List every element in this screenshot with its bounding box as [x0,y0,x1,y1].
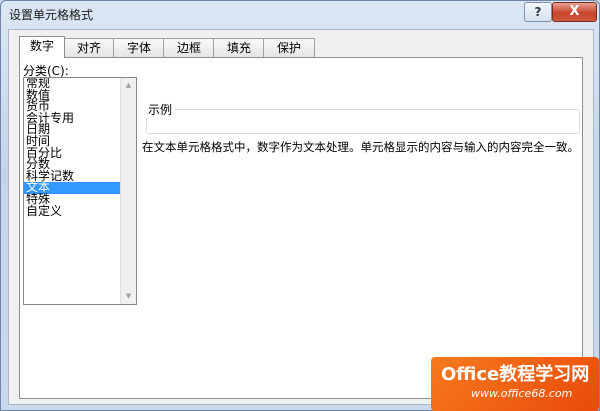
tab-protection[interactable]: 保护 [263,38,315,57]
tab-font[interactable]: 字体 [113,38,165,57]
tab-fill[interactable]: 填充 [213,38,265,57]
format-cells-dialog: 设置单元格格式 ? X 数字 对齐 字体 边框 填充 保护 分类(C): 常规 … [0,0,600,411]
list-item[interactable]: 自定义 [24,205,120,218]
tab-alignment[interactable]: 对齐 [63,38,115,57]
scroll-down-icon[interactable]: ▼ [121,289,136,304]
category-listbox[interactable]: 常规 数值 货币 会计专用 日期 时间 百分比 分数 科学记数 文本 特殊 自定… [23,77,137,305]
watermark-title: Office教程学习网 [441,364,590,385]
dialog-body: 数字 对齐 字体 边框 填充 保护 分类(C): 常规 数值 货币 会计专用 日… [8,29,594,405]
watermark-url: www.office68.com [471,387,573,400]
number-tab-panel: 分类(C): 常规 数值 货币 会计专用 日期 时间 百分比 分数 科学记数 文… [19,57,583,399]
sample-label: 示例 [146,101,175,118]
scroll-up-icon[interactable]: ▲ [121,78,136,93]
category-list: 常规 数值 货币 会计专用 日期 时间 百分比 分数 科学记数 文本 特殊 自定… [24,78,120,304]
close-button[interactable]: X [552,2,597,22]
tab-border[interactable]: 边框 [163,38,215,57]
tab-number[interactable]: 数字 [19,36,65,58]
category-description: 在文本单元格格式中，数字作为文本处理。单元格显示的内容与输入的内容完全一致。 [142,140,579,154]
sample-box [146,109,580,134]
title-bar[interactable]: 设置单元格格式 ? X [1,1,599,27]
watermark-logo: Office教程学习网 www.office68.com [431,357,599,411]
help-button[interactable]: ? [524,2,552,22]
list-scrollbar[interactable]: ▲ ▼ [120,78,136,304]
dialog-title: 设置单元格格式 [9,8,94,22]
